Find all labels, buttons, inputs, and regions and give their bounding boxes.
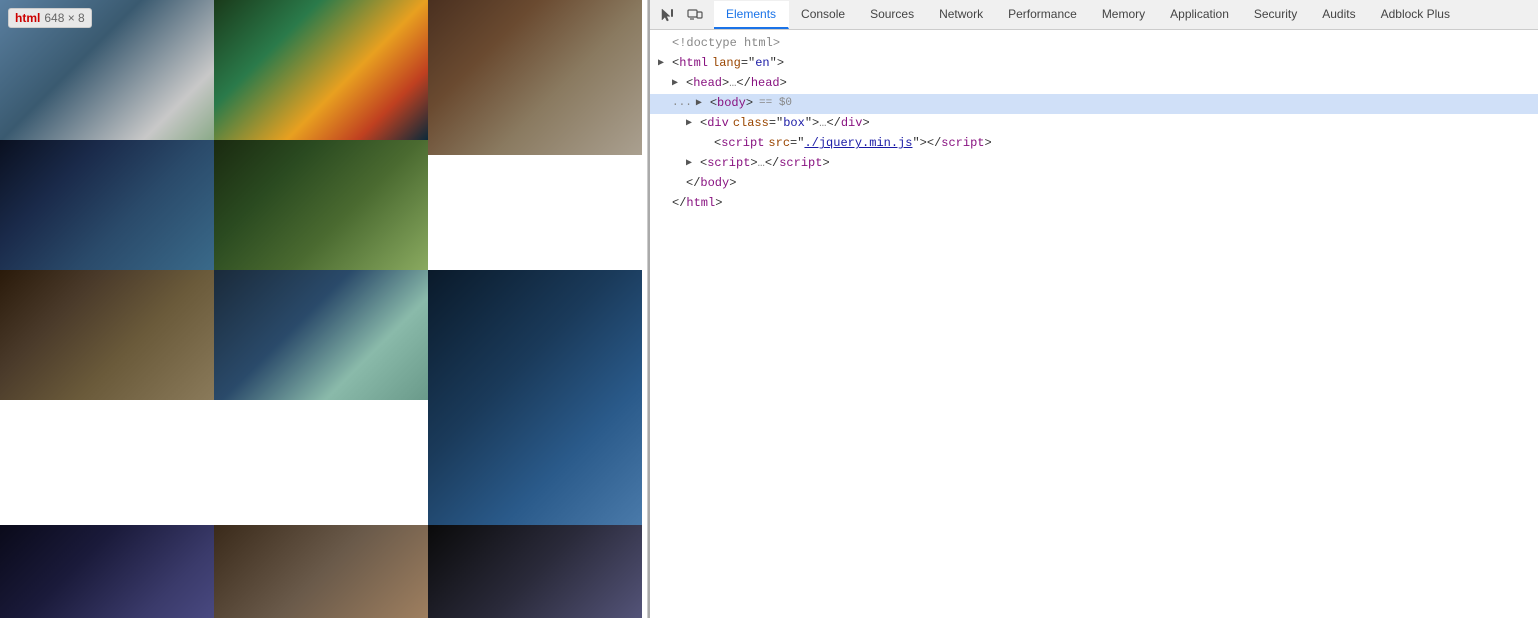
tab-elements[interactable]: Elements xyxy=(714,1,789,29)
list-item xyxy=(0,525,214,618)
tab-audits[interactable]: Audits xyxy=(1310,1,1368,29)
tab-performance[interactable]: Performance xyxy=(996,1,1090,29)
devtools-code-panel: <!doctype html> <html lang="en" > <head>… xyxy=(650,30,1538,618)
body-eq-sign: == $0 xyxy=(759,95,792,113)
list-item xyxy=(428,270,642,525)
webpage-panel: html 648 × 8 xyxy=(0,0,648,618)
list-item xyxy=(214,140,428,270)
image-grid xyxy=(0,0,647,618)
device-toolbar-button[interactable] xyxy=(682,2,708,28)
tab-console[interactable]: Console xyxy=(789,1,858,29)
code-line-head[interactable]: <head> … </head> xyxy=(650,74,1538,94)
code-line-doctype[interactable]: <!doctype html> xyxy=(650,34,1538,54)
code-line-div-box[interactable]: <div class="box" > … </div> xyxy=(650,114,1538,134)
select-element-button[interactable] xyxy=(654,2,680,28)
list-item xyxy=(214,0,428,140)
tab-memory[interactable]: Memory xyxy=(1090,1,1158,29)
code-line-html-close[interactable]: </html> xyxy=(650,194,1538,214)
tab-network[interactable]: Network xyxy=(927,1,996,29)
list-item xyxy=(0,140,214,270)
tab-adblock[interactable]: Adblock Plus xyxy=(1369,1,1463,29)
list-item xyxy=(214,270,428,525)
tab-security[interactable]: Security xyxy=(1242,1,1310,29)
code-line-body-close[interactable]: </body> xyxy=(650,174,1538,194)
code-line-script-jquery[interactable]: <script src="./jquery.min.js" > </script… xyxy=(650,134,1538,154)
code-line-body-open[interactable]: ... <body> == $0 xyxy=(650,94,1538,114)
tab-application[interactable]: Application xyxy=(1158,1,1242,29)
list-item xyxy=(428,0,642,270)
list-item xyxy=(214,525,428,618)
devtools-toolbar: Elements Console Sources Network Perform… xyxy=(650,0,1538,30)
code-line-html-open[interactable]: <html lang="en" > xyxy=(650,54,1538,74)
badge-tag: html xyxy=(15,11,40,25)
list-item xyxy=(428,525,642,618)
html-badge: html 648 × 8 xyxy=(8,8,92,28)
devtools-tabs: Elements Console Sources Network Perform… xyxy=(714,1,1534,29)
list-item xyxy=(0,270,214,525)
badge-dimensions: 648 × 8 xyxy=(44,11,84,25)
devtools-panel: Elements Console Sources Network Perform… xyxy=(648,0,1538,618)
tab-sources[interactable]: Sources xyxy=(858,1,927,29)
doctype-text: <!doctype html> xyxy=(672,34,780,53)
code-line-script-collapsed[interactable]: <script> … </script> xyxy=(650,154,1538,174)
